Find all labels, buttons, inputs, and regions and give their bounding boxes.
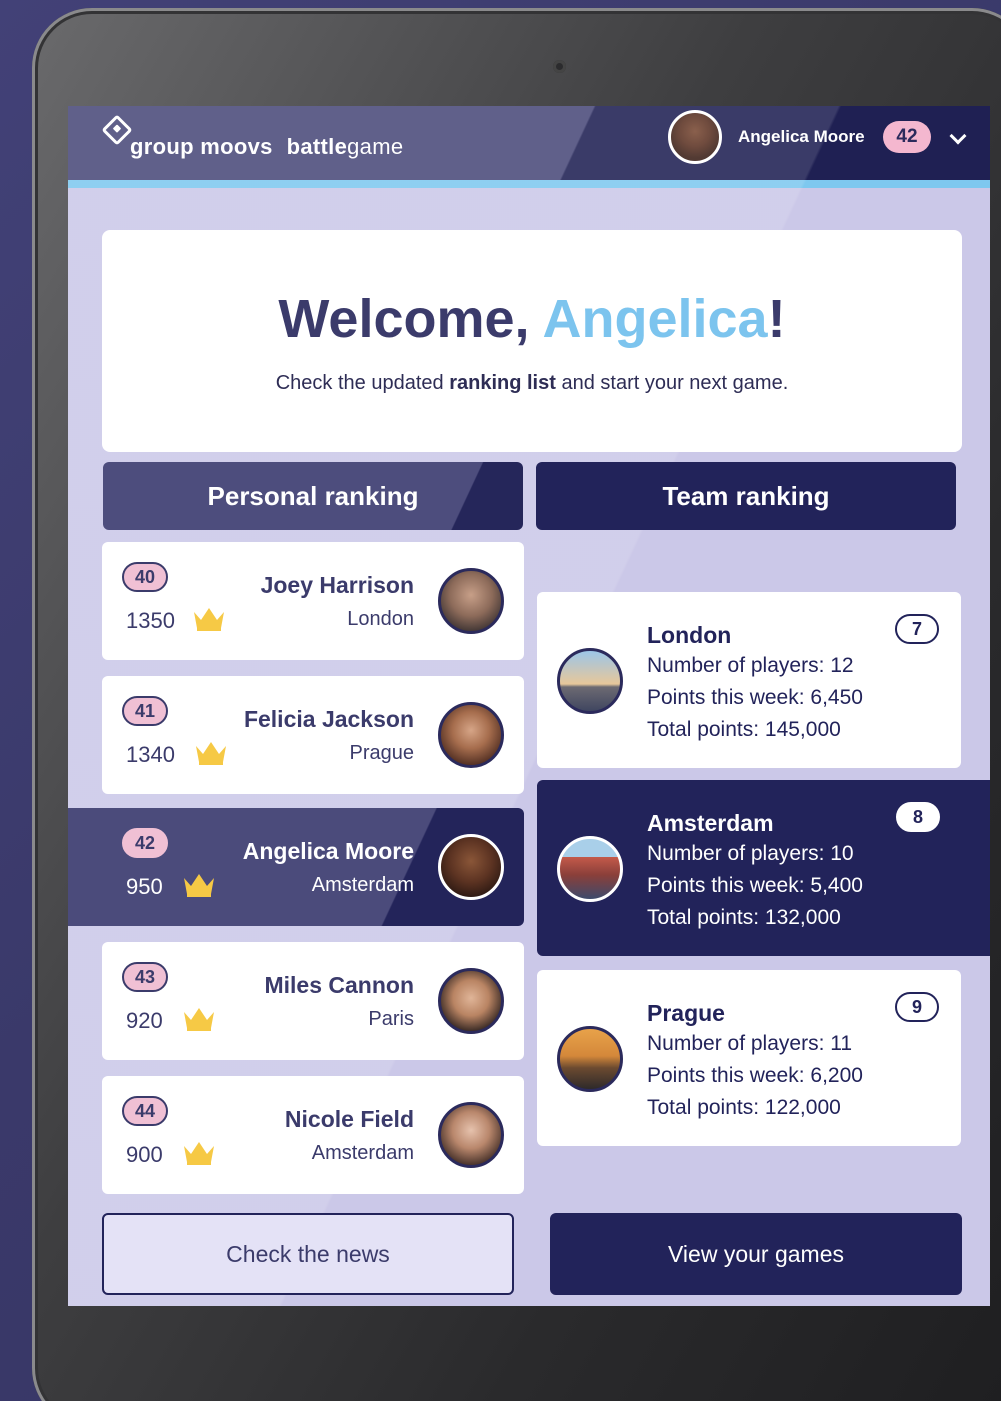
team-total-points: Total points: 122,000: [647, 1096, 841, 1119]
welcome-card: Welcome, Angelica! Check the updated ran…: [102, 230, 962, 452]
team-card[interactable]: Prague Number of players: 11 Points this…: [537, 970, 961, 1146]
team-card-current[interactable]: Amsterdam Number of players: 10 Points t…: [537, 780, 990, 956]
list-item[interactable]: 40 1350 Joey Harrison London: [102, 542, 524, 660]
ranking-list-text: ranking list: [449, 372, 556, 394]
avatar: [438, 834, 504, 900]
list-item[interactable]: 43 920 Miles Cannon Paris: [102, 942, 524, 1060]
team-week-points: Points this week: 6,450: [647, 686, 863, 709]
user-avatar[interactable]: [668, 110, 722, 164]
team-city: London: [647, 622, 732, 648]
tab-personal-ranking[interactable]: Personal ranking: [103, 462, 523, 530]
crown-icon: [194, 608, 224, 631]
player-city: Prague: [349, 742, 415, 764]
crown-icon: [184, 1008, 214, 1031]
logo-group-moovs: group moovs: [130, 134, 273, 159]
chevron-down-icon[interactable]: [949, 127, 967, 145]
top-bar: group moovs battlegame Angelica Moore 42: [68, 106, 990, 180]
view-games-button[interactable]: View your games: [550, 1213, 962, 1295]
crown-icon: [196, 742, 226, 765]
avatar: [438, 1102, 504, 1168]
player-name: Miles Cannon: [264, 972, 414, 998]
points-value: 1340: [126, 742, 175, 767]
points-value: 900: [126, 1142, 163, 1167]
rank-badge: 44: [122, 1096, 168, 1126]
team-rank-badge: 7: [895, 614, 939, 644]
avatar: [438, 568, 504, 634]
city-image: [557, 1026, 623, 1092]
rank-badge: 40: [122, 562, 168, 592]
welcome-greeting: Welcome,: [278, 289, 543, 349]
diamond-logo-icon: [101, 114, 133, 146]
player-name: Nicole Field: [284, 1106, 414, 1132]
avatar: [438, 702, 504, 768]
city-image: [557, 836, 623, 902]
team-rank-badge: 8: [896, 802, 940, 832]
team-total-points: Total points: 132,000: [647, 906, 841, 929]
welcome-exclaim: !: [767, 289, 786, 349]
team-week-points: Points this week: 5,400: [647, 874, 863, 897]
avatar: [438, 968, 504, 1034]
crown-icon: [184, 1142, 214, 1165]
city-image: [557, 648, 623, 714]
player-name: Angelica Moore: [242, 838, 414, 864]
player-city: London: [347, 608, 414, 630]
team-city: Prague: [647, 1000, 725, 1026]
team-week-points: Points this week: 6,200: [647, 1064, 863, 1087]
app-screen: group moovs battlegame Angelica Moore 42 …: [68, 106, 990, 1306]
welcome-subtitle: Check the updated ranking list and start…: [102, 372, 962, 395]
crown-icon: [184, 874, 214, 897]
team-players: Number of players: 10: [647, 842, 854, 865]
top-bar-accent-line: [68, 180, 990, 188]
rank-badge: 42: [122, 828, 168, 858]
check-news-button[interactable]: Check the news: [102, 1213, 514, 1295]
player-city: Paris: [368, 1008, 414, 1030]
app-logo[interactable]: group moovs battlegame: [130, 134, 403, 160]
team-total-points: Total points: 145,000: [647, 718, 841, 741]
welcome-sub-after: and start your next game.: [555, 372, 789, 394]
player-city: Amsterdam: [311, 874, 414, 896]
player-name: Joey Harrison: [260, 572, 414, 598]
team-players: Number of players: 12: [647, 654, 854, 677]
tab-team-ranking[interactable]: Team ranking: [536, 462, 956, 530]
user-name[interactable]: Angelica Moore: [738, 127, 865, 147]
logo-game: game: [347, 134, 404, 159]
team-players: Number of players: 11: [647, 1032, 853, 1055]
list-item[interactable]: 44 900 Nicole Field Amsterdam: [102, 1076, 524, 1194]
team-city: Amsterdam: [647, 810, 774, 836]
welcome-title: Welcome, Angelica!: [102, 288, 962, 350]
player-name: Felicia Jackson: [243, 706, 414, 732]
camera-icon: [553, 60, 566, 73]
team-rank-badge: 9: [895, 992, 939, 1022]
welcome-first-name: Angelica: [542, 289, 768, 349]
user-rank-badge: 42: [883, 121, 931, 153]
list-item-current-user[interactable]: 42 950 Angelica Moore Amsterdam: [68, 808, 524, 926]
player-city: Amsterdam: [311, 1142, 414, 1164]
list-item[interactable]: 41 1340 Felicia Jackson Prague: [102, 676, 524, 794]
rank-badge: 43: [122, 962, 168, 992]
rank-badge: 41: [122, 696, 168, 726]
points-value: 920: [126, 1008, 163, 1033]
points-value: 1350: [126, 608, 175, 633]
logo-battle: battle: [286, 134, 348, 159]
points-value: 950: [126, 874, 163, 899]
welcome-sub-before: Check the updated: [275, 372, 450, 394]
team-card[interactable]: London Number of players: 12 Points this…: [537, 592, 961, 768]
